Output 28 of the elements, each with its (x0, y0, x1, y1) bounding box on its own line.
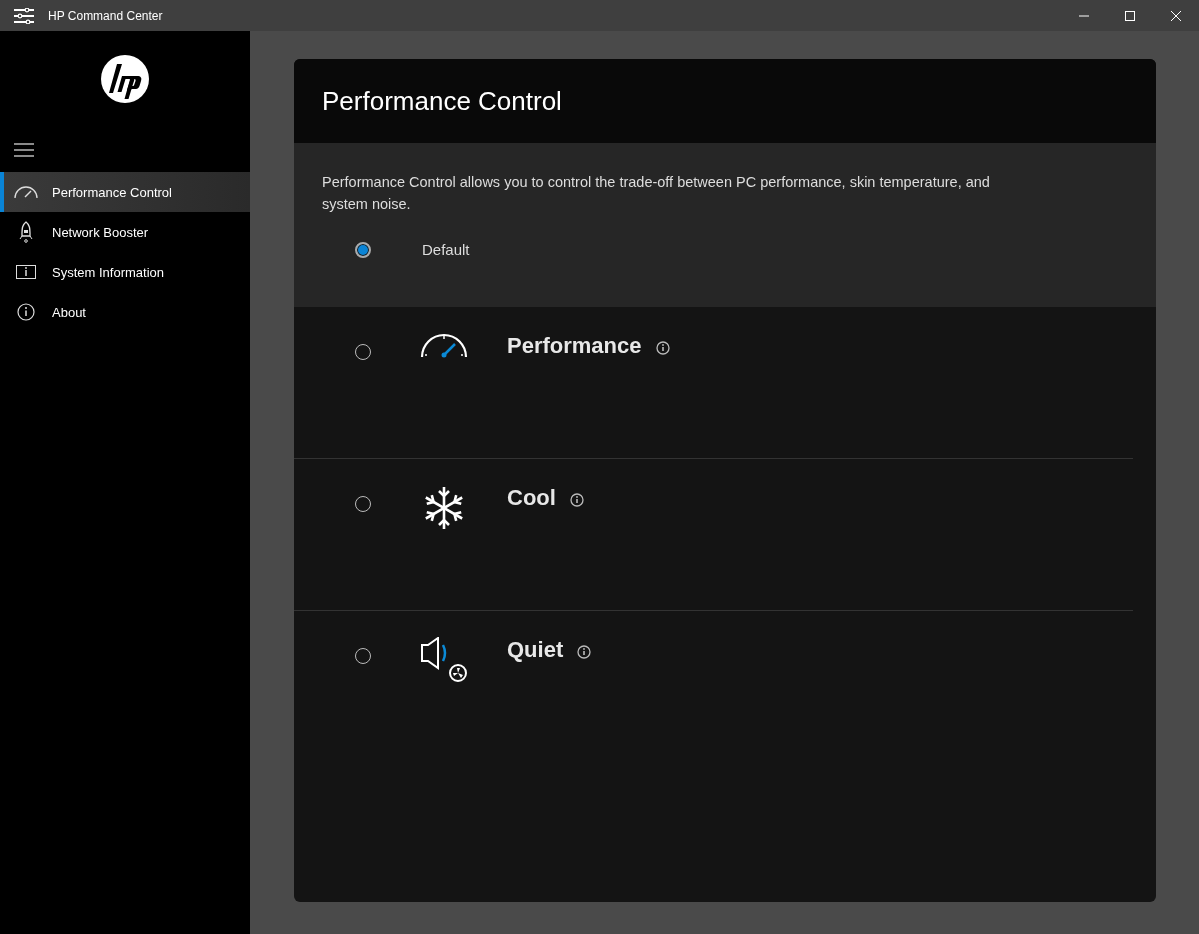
snowflake-icon (422, 485, 466, 531)
speaker-fan-icon (420, 637, 468, 683)
info-icon[interactable] (569, 493, 584, 507)
gauge-icon (420, 333, 468, 359)
info-box-icon (16, 265, 36, 279)
rocket-icon (19, 221, 33, 243)
maximize-icon[interactable] (1124, 9, 1136, 22)
panel-title: Performance Control (322, 85, 562, 117)
window-title: HP Command Center (48, 8, 163, 23)
info-icon[interactable] (577, 645, 592, 659)
sidebar-item[interactable]: About (0, 292, 250, 332)
option-label: Default (422, 241, 470, 258)
gauge-icon (13, 185, 39, 199)
close-icon[interactable] (1170, 9, 1182, 22)
app-settings-icon (14, 7, 34, 24)
sidebar-item[interactable]: System Information (0, 252, 250, 292)
mode-title: Quiet (507, 637, 564, 663)
mode-title: Performance (507, 333, 642, 359)
info-icon[interactable] (655, 341, 670, 355)
menu-icon[interactable] (14, 143, 34, 157)
sidebar-item[interactable]: Network Booster (0, 212, 250, 252)
description-text: Performance Control allows you to control the trade-off between PC performance, skin temperature, and system noise. (322, 173, 991, 214)
sidebar-item[interactable]: Performance Control (0, 172, 250, 212)
minimize-icon[interactable] (1078, 14, 1090, 17)
mode-title: Cool (507, 485, 556, 511)
radio-button[interactable] (355, 241, 371, 258)
info-icon (17, 303, 35, 321)
hp-logo (100, 54, 150, 104)
